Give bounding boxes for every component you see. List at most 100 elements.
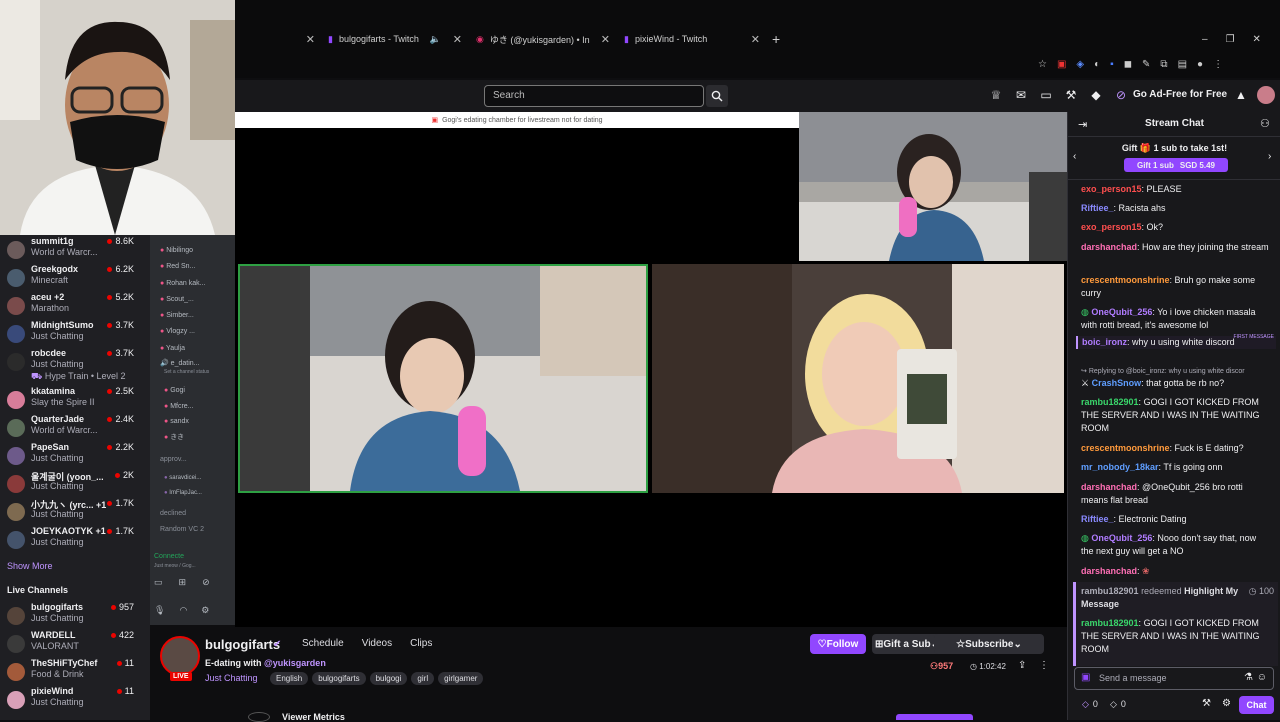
menu-dots-icon[interactable]: ⋮ [1213,59,1223,70]
close-icon[interactable]: ✕ [453,33,462,46]
schedule-link[interactable]: Schedule [302,638,344,649]
mic-icon[interactable]: 🎙 [154,605,165,616]
sidebar-channel-aceu[interactable]: aceu +2 Marathon 5.2K [0,291,148,319]
discord-member[interactable]: ● Vlogzy ... [160,324,230,340]
sidebar-channel-summit1g[interactable]: summit1g World of Warcr... 8.6K [0,235,148,263]
crown-icon[interactable]: ♕ [989,88,1003,102]
search-button[interactable] [706,85,728,107]
extension-icon[interactable]: ✎ [1142,59,1150,70]
voice-user[interactable]: ● sandx [164,414,228,430]
voice-user[interactable]: ● Mfcre... [164,399,228,415]
discord-channel-e-dating[interactable]: 🔊 e_datin... [160,359,199,367]
show-more-link[interactable]: Show More [7,561,53,571]
chevron-right-icon[interactable]: › [1268,151,1271,162]
channel-name[interactable]: bulgogifarts [205,637,280,652]
channel-avatar[interactable] [160,636,200,676]
bits-icon[interactable]: ⚗ [1244,672,1253,683]
channel-points-balance[interactable]: ◇ 0 ◇ 0 [1082,699,1126,710]
discord-member[interactable]: ● Rohan kak... [160,276,230,292]
users-icon[interactable]: ⚇ [1260,117,1270,130]
tag[interactable]: English [270,672,309,685]
subscribe-button[interactable]: ☆ Subscribe ⌄ [934,634,1044,654]
tag[interactable]: girl [411,672,435,685]
sidebar-live-wardell[interactable]: WARDELL VALORANT 422 [0,629,148,657]
puzzle-icon[interactable]: ⧉ [1160,59,1167,70]
prime-icon[interactable]: ◆ [1089,88,1103,102]
tag[interactable]: bulgogi [369,672,408,685]
clips-link[interactable]: Clips [410,638,432,649]
gift-emote-icon[interactable]: ▣ [1081,672,1090,683]
follow-button[interactable]: ♡ Follow [810,634,866,654]
restore-icon[interactable]: ❐ [1226,34,1235,45]
share-icon[interactable]: ⇪ [1018,660,1026,671]
gear-icon[interactable]: ⚙ [1222,698,1231,709]
voice-user[interactable]: ● ImFlapJac... [164,486,228,501]
sidebar-channel-kkatamina[interactable]: kkatamina Slay the Spire II 2.5K [0,385,148,413]
close-window-icon[interactable]: ✕ [1253,34,1261,45]
discord-member[interactable]: ● Scout_... [160,292,230,308]
category-link[interactable]: Just Chatting [205,673,258,683]
sidebar-channel-robcdee[interactable]: robcdee Just Chatting ⛟ Hype Train • Level… [0,347,148,385]
chat-send-button[interactable]: Chat [1239,696,1274,714]
discord-member[interactable]: ● Red Sn... [160,259,230,275]
sidebar-channel-yoon[interactable]: 울계굴이 (yoon_... Just Chatting 2K [0,469,148,497]
headphone-icon[interactable]: ◠ [179,605,187,616]
whispers-icon[interactable]: ▭ [1039,88,1053,102]
sidebar-channel-midnightsumo[interactable]: MidnightSumo Just Chatting 3.7K [0,319,148,347]
chevron-left-icon[interactable]: ‹ [1073,151,1076,162]
speaker-icon[interactable]: 🔈 [430,34,441,45]
minimize-icon[interactable]: – [1202,34,1208,45]
inbox-icon[interactable]: ✉ [1014,88,1028,102]
discord-channel-declined[interactable]: declined [160,510,186,517]
camera-icon[interactable]: ▭ [154,577,163,588]
bits-icon[interactable]: ▲ [1234,88,1248,102]
tag[interactable]: bulgogifarts [312,672,366,685]
mention-link[interactable]: @yukisgarden [264,658,326,668]
discord-member[interactable]: ● Yaulja [160,341,230,357]
extension-icon[interactable]: ⚒ [1064,88,1078,102]
profile-icon[interactable]: ● [1197,59,1203,70]
more-options-icon[interactable]: ⋮ [1039,660,1049,671]
sidebar-channel-papesan[interactable]: PapeSan Just Chatting 2.2K [0,441,148,469]
sidebar-live-pixiewind[interactable]: pixieWind Just Chatting 11 [0,685,148,713]
sidebar-icon[interactable]: ▤ [1178,59,1187,70]
close-icon[interactable]: ✕ [601,33,610,46]
gift-sub-button[interactable]: ⊞ Gift a Sub ⌄ [872,634,942,654]
extension-icon[interactable]: ◼ [1124,59,1132,70]
videos-link[interactable]: Videos [362,638,392,649]
discord-channel-approve[interactable]: approv... [160,456,187,463]
voice-user[interactable]: ● きき [164,430,228,446]
new-tab-icon[interactable]: + [772,28,786,50]
discord-member[interactable]: ● Simber... [160,308,230,324]
tab-instagram[interactable]: ◉ ゆき (@yukisgarden) • Instagram ✕ [476,28,610,50]
extension-icon[interactable]: ▪ [1110,59,1114,70]
voice-user[interactable]: ● saravdicei... [164,471,228,486]
screen-share-icon[interactable]: ⊞ [179,577,187,588]
gift-one-sub-button[interactable]: Gift 1 sub SGD 5.49 [1124,158,1228,172]
tab-pixiewind[interactable]: ▮ pixieWind - Twitch ✕ [624,28,760,50]
extension-icon[interactable]: ◈ [1076,59,1084,70]
sidebar-live-bulgogifarts[interactable]: bulgogifarts Just Chatting 957 [0,601,148,629]
user-avatar[interactable] [1257,86,1275,104]
bookmark-star-icon[interactable]: ☆ [1038,59,1047,70]
sidebar-channel-quarterjade[interactable]: QuarterJade World of Warcr... 2.4K [0,413,148,441]
sidebar-live-theshiftychef[interactable]: TheSHiFTyChef Food & Drink 11 [0,657,148,685]
settings-icon[interactable]: ⚒ [1202,698,1211,709]
emote-picker-icon[interactable]: ☺ [1257,672,1267,683]
discord-member[interactable]: ● Nibilingo [160,243,230,259]
voice-user[interactable]: ● Gogi [164,383,228,399]
discord-channel-random-vc[interactable]: Random VC 2 [160,526,204,533]
tag[interactable]: girlgamer [438,672,484,685]
extension-icon[interactable]: ▣ [1057,59,1066,70]
close-icon[interactable]: ✕ [751,33,760,46]
sidebar-channel-yrc[interactable]: 小九九ヽ (yrc... +1 Just Chatting 1.7K [0,497,148,525]
go-ad-free-button[interactable]: Go Ad-Free for Free [1133,89,1227,100]
search-input[interactable]: Search [484,85,704,107]
tab-bulgogifarts[interactable]: ▮ bulgogifarts - Twitch 🔈 ✕ [328,28,462,50]
sidebar-channel-joeykaotyk[interactable]: JOEYKAOTYK +1 Just Chatting 1.7K [0,525,148,553]
chat-input[interactable]: ▣ Send a message ⚗ ☺ [1074,667,1274,690]
extension-icon[interactable]: ◐ [1094,59,1100,70]
metrics-button[interactable] [896,714,973,720]
gear-icon[interactable]: ⚙ [201,605,209,616]
sidebar-channel-greekgodx[interactable]: Greekgodx Minecraft 6.2K [0,263,148,291]
